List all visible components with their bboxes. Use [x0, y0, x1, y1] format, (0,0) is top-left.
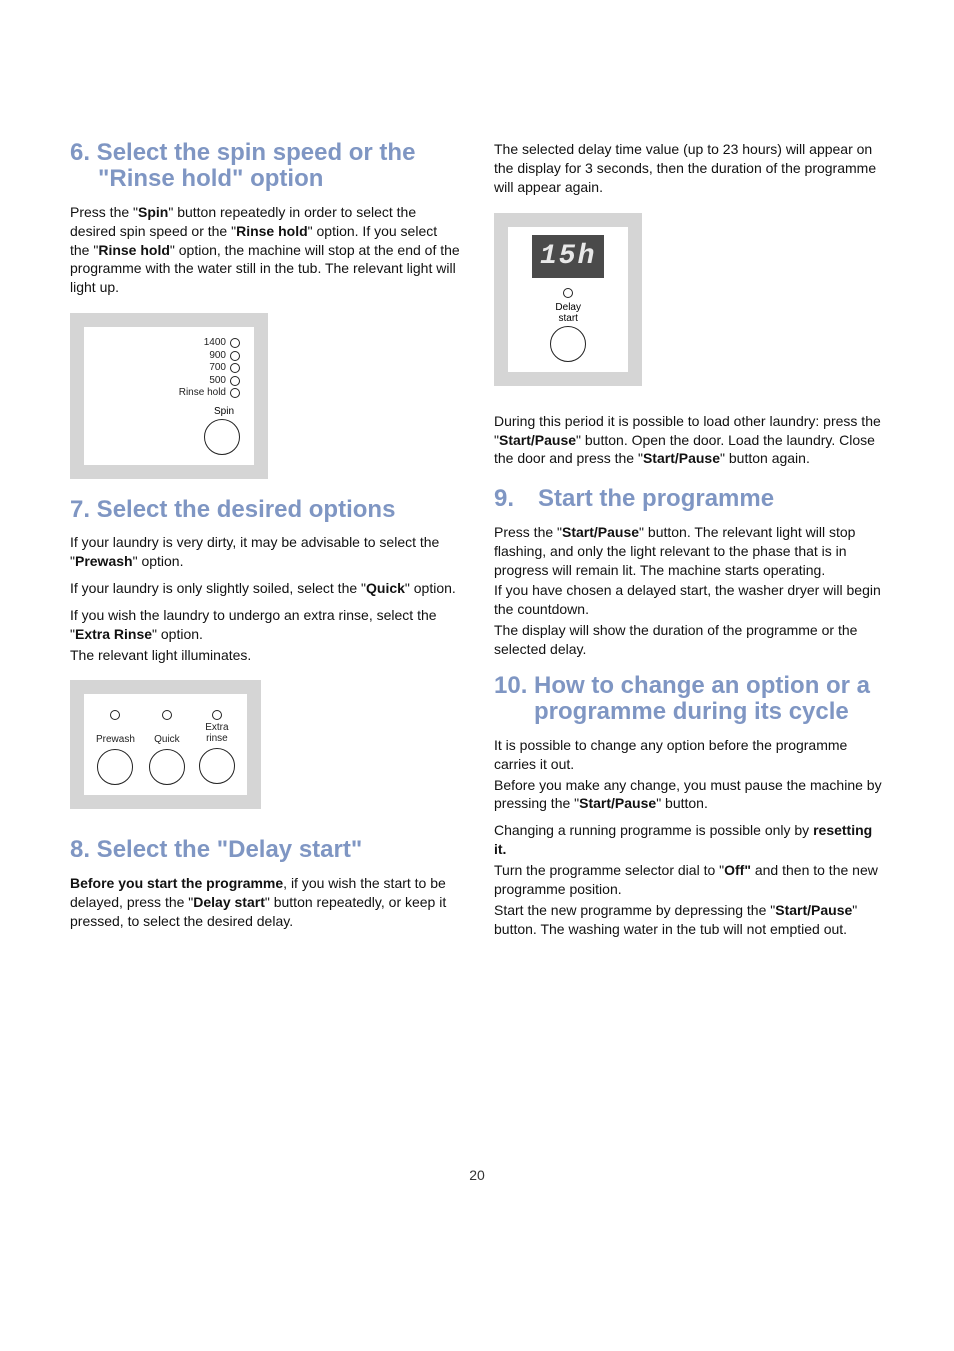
delay-start-button-icon [550, 326, 586, 362]
spin-led-icon [230, 338, 240, 348]
section-9-p3: The display will show the duration of th… [494, 621, 884, 659]
led-icon [162, 710, 172, 720]
spin-500-label: 500 [126, 375, 226, 388]
section-9-p2: If you have chosen a delayed start, the … [494, 581, 884, 619]
section-7-p2: If your laundry is only slightly soiled,… [70, 579, 460, 598]
section-9-p1: Press the "Start/Pause" button. The rele… [494, 523, 884, 580]
section-9-heading: 9. Start the programme [494, 486, 884, 512]
quick-option: Quick [149, 710, 185, 785]
right-column: The selected delay time value (up to 23 … [494, 140, 884, 947]
section-7-p4: The relevant light illuminates. [70, 646, 460, 665]
delay-start-figure: 15h Delay start [494, 213, 642, 386]
seven-segment-display: 15h [532, 235, 604, 278]
section-10-p5: Start the new programme by depressing th… [494, 901, 884, 939]
options-figure: Prewash Quick Extra rinse [70, 680, 261, 809]
section-7-p3: If you wish the laundry to undergo an ex… [70, 606, 460, 644]
spin-speed-figure: 1400 900 700 500 Rinse hold Spin [70, 313, 268, 479]
delay-start-label: Delay start [532, 302, 604, 324]
spin-900-label: 900 [126, 350, 226, 363]
prewash-button-icon [97, 749, 133, 785]
section-10-p1: It is possible to change any option befo… [494, 736, 884, 774]
spin-1400-label: 1400 [126, 337, 226, 350]
delay-intro-paragraph: The selected delay time value (up to 23 … [494, 140, 884, 197]
quick-button-icon [149, 749, 185, 785]
section-6-paragraph: Press the "Spin" button repeatedly in or… [70, 203, 460, 297]
led-icon [212, 710, 222, 720]
extra-rinse-button-icon [199, 748, 235, 784]
spin-button-label: Spin [98, 406, 240, 417]
section-7-heading: 7. Select the desired options [70, 497, 460, 523]
spin-button-icon [204, 419, 240, 455]
section-7-p1: If your laundry is very dirty, it may be… [70, 533, 460, 571]
led-icon [110, 710, 120, 720]
section-8-p1: Before you start the programme, if you w… [70, 874, 460, 931]
section-10-p3: Changing a running programme is possible… [494, 821, 884, 859]
rinse-hold-label: Rinse hold [126, 387, 226, 400]
spin-led-icon [230, 363, 240, 373]
spin-led-icon [230, 388, 240, 398]
left-column: 6. Select the spin speed or the "Rinse h… [70, 140, 460, 947]
section-10-p4: Turn the programme selector dial to "Off… [494, 861, 884, 899]
section-10-p2: Before you make any change, you must pau… [494, 776, 884, 814]
extra-rinse-option: Extra rinse [199, 710, 235, 785]
prewash-option: Prewash [96, 710, 135, 785]
delay-after-paragraph: During this period it is possible to loa… [494, 412, 884, 469]
spin-led-icon [230, 376, 240, 386]
spin-700-label: 700 [126, 362, 226, 375]
spin-led-icon [230, 351, 240, 361]
section-10-heading: 10. How to change an option or a program… [494, 673, 884, 726]
page-number: 20 [70, 1167, 884, 1183]
section-6-heading: 6. Select the spin speed or the "Rinse h… [70, 140, 460, 193]
led-icon [563, 288, 573, 298]
section-8-heading: 8. Select the "Delay start" [70, 837, 460, 863]
